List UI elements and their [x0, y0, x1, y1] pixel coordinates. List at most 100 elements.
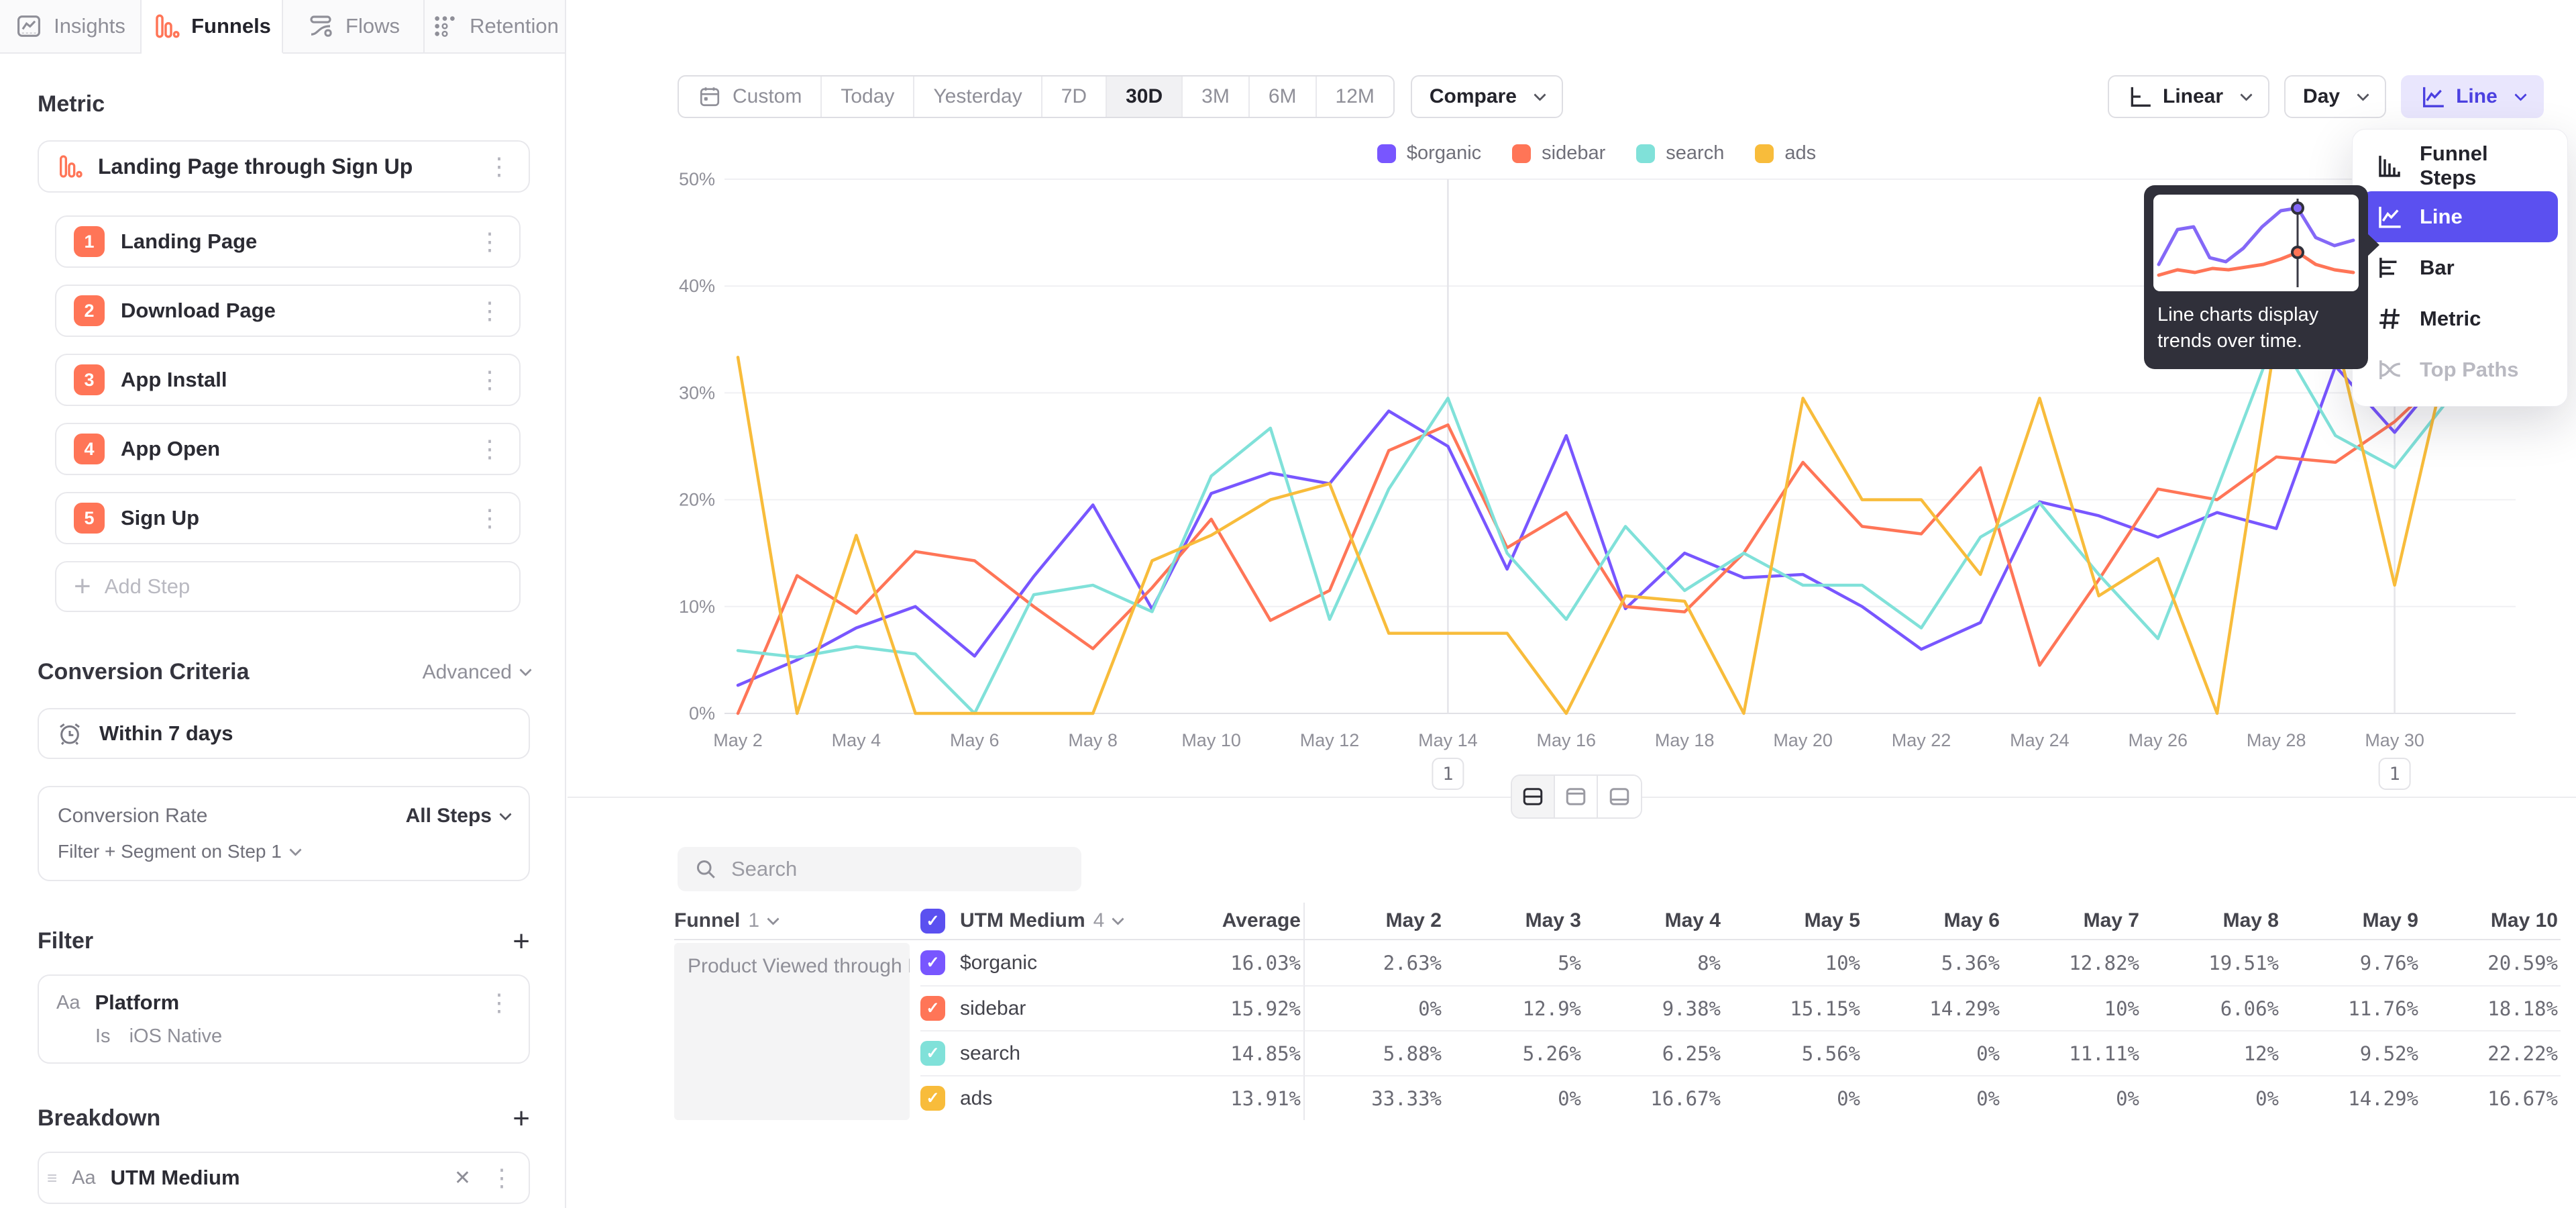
line-chart-icon	[2420, 83, 2447, 110]
menu-item-metric[interactable]: Metric	[2362, 293, 2558, 344]
chevron-down-icon	[767, 913, 779, 925]
row-checkbox[interactable]: ✓	[920, 1086, 945, 1111]
line-chart-tooltip: Line charts display trends over time.	[2144, 185, 2368, 369]
range-30d[interactable]: 30D	[1107, 77, 1183, 117]
step-card-4[interactable]: 4 App Open ⋮	[55, 423, 521, 475]
conversion-criteria-title: Conversion Criteria	[38, 659, 250, 685]
funnel-name-cell[interactable]: Product Viewed through P...	[674, 943, 910, 1120]
step-kebab-icon[interactable]: ⋮	[478, 230, 502, 254]
column-header-may-5[interactable]: May 5	[1723, 903, 1863, 940]
column-header-may-7[interactable]: May 7	[2002, 903, 2142, 940]
row-label-search[interactable]: ✓search	[920, 1030, 1192, 1075]
tab-retention[interactable]: Retention	[425, 0, 566, 54]
step-kebab-icon[interactable]: ⋮	[478, 437, 502, 461]
tab-flows[interactable]: Flows	[283, 0, 425, 54]
step-label: App Install	[121, 368, 462, 392]
menu-item-funnel-steps[interactable]: Funnel Steps	[2362, 140, 2558, 191]
svg-text:May 30: May 30	[2365, 730, 2424, 750]
conversion-window-card[interactable]: Within 7 days	[38, 708, 530, 759]
annotation-marker[interactable]: 1	[2379, 758, 2410, 789]
column-header-may-6[interactable]: May 6	[1863, 903, 2002, 940]
step-card-5[interactable]: 5 Sign Up ⋮	[55, 492, 521, 544]
breakdown-card-utm-medium[interactable]: ≡ Aa UTM Medium ✕ ⋮	[38, 1152, 530, 1204]
add-breakdown-button[interactable]: +	[513, 1107, 530, 1130]
all-steps-dropdown[interactable]: All Steps	[406, 805, 510, 827]
range-6m[interactable]: 6M	[1250, 77, 1317, 117]
compare-button[interactable]: Compare	[1411, 75, 1563, 118]
step-kebab-icon[interactable]: ⋮	[478, 368, 502, 392]
table-search-input[interactable]: Search	[678, 847, 1081, 891]
column-header-may-4[interactable]: May 4	[1584, 903, 1723, 940]
step-number-badge: 3	[74, 364, 105, 395]
column-header-may-2[interactable]: May 2	[1305, 903, 1444, 940]
filter-segment-dropdown[interactable]: Filter + Segment on Step 1	[58, 841, 510, 862]
row-checkbox[interactable]: ✓	[920, 950, 945, 975]
menu-item-line[interactable]: Line	[2362, 191, 2558, 242]
filter-operator[interactable]: Is	[95, 1025, 111, 1048]
row-label-organic[interactable]: ✓$organic	[920, 940, 1192, 985]
flows-icon	[307, 12, 335, 40]
string-type-icon: Aa	[72, 1167, 95, 1189]
funnel-column-header[interactable]: Funnel1	[674, 903, 920, 940]
row-checkbox[interactable]: ✓	[920, 996, 945, 1021]
range-yesterday[interactable]: Yesterday	[914, 77, 1042, 117]
advanced-dropdown[interactable]: Advanced	[423, 661, 530, 684]
column-header-may-3[interactable]: May 3	[1444, 903, 1584, 940]
tab-flows-label: Flows	[345, 14, 400, 38]
add-step-button[interactable]: + Add Step	[55, 561, 521, 612]
remove-breakdown-icon[interactable]: ✕	[454, 1166, 471, 1190]
row-label-ads[interactable]: ✓ads	[920, 1075, 1192, 1120]
column-header-may-10[interactable]: May 10	[2421, 903, 2561, 940]
filter-value[interactable]: iOS Native	[129, 1025, 223, 1048]
value-cell: 33.33%	[1305, 1075, 1444, 1120]
range-7d[interactable]: 7D	[1042, 77, 1107, 117]
filter-card-platform[interactable]: Aa Platform ⋮ Is iOS Native	[38, 974, 530, 1064]
value-cell: 11.76%	[2282, 985, 2421, 1030]
step-kebab-icon[interactable]: ⋮	[478, 506, 502, 530]
value-cell: 16.67%	[2421, 1075, 2561, 1120]
layout-toggle-group	[1511, 774, 1642, 819]
metric-card[interactable]: Landing Page through Sign Up ⋮	[38, 140, 530, 193]
scale-dropdown[interactable]: Linear	[2108, 75, 2269, 118]
row-checkbox[interactable]: ✓	[920, 909, 945, 934]
annotation-marker[interactable]: 1	[1432, 758, 1463, 789]
value-cell: 14.85%	[1192, 1030, 1305, 1075]
column-header-average[interactable]: Average	[1192, 903, 1305, 940]
date-range-segmented-control: CustomTodayYesterday7D30D3M6M12M	[678, 75, 1395, 118]
layout-chart-only-toggle[interactable]	[1555, 776, 1598, 817]
svg-text:May 2: May 2	[713, 730, 763, 750]
granularity-dropdown[interactable]: Day	[2284, 75, 2386, 118]
row-checkbox[interactable]: ✓	[920, 1041, 945, 1066]
breakdown-column-header[interactable]: ✓UTM Medium4	[920, 903, 1192, 940]
filter-kebab-icon[interactable]: ⋮	[487, 991, 511, 1015]
add-filter-button[interactable]: +	[513, 929, 530, 953]
chart-type-dropdown[interactable]: Line	[2401, 75, 2544, 118]
breakdown-kebab-icon[interactable]: ⋮	[490, 1166, 514, 1190]
add-step-label: Add Step	[105, 574, 191, 599]
conversion-rate-card: Conversion Rate All Steps Filter + Segme…	[38, 786, 530, 881]
column-header-may-9[interactable]: May 9	[2282, 903, 2421, 940]
column-header-may-8[interactable]: May 8	[2142, 903, 2282, 940]
svg-text:May 14: May 14	[1418, 730, 1478, 750]
step-kebab-icon[interactable]: ⋮	[478, 299, 502, 323]
range-today[interactable]: Today	[822, 77, 914, 117]
menu-item-bar[interactable]: Bar	[2362, 242, 2558, 293]
layout-split-toggle[interactable]	[1512, 776, 1555, 817]
drag-handle-icon[interactable]: ≡	[47, 1168, 57, 1189]
step-card-3[interactable]: 3 App Install ⋮	[55, 354, 521, 406]
line-chart-icon	[2375, 203, 2404, 231]
layout-table-only-toggle[interactable]	[1598, 776, 1641, 817]
row-label-sidebar[interactable]: ✓sidebar	[920, 985, 1192, 1030]
range-12m[interactable]: 12M	[1317, 77, 1393, 117]
step-card-1[interactable]: 1 Landing Page ⋮	[55, 215, 521, 268]
range-custom[interactable]: Custom	[679, 77, 822, 117]
report-tabbar: Insights Funnels Flows Retention	[0, 0, 566, 54]
metric-kebab-icon[interactable]: ⋮	[487, 154, 511, 179]
tab-insights-label: Insights	[54, 14, 125, 38]
tab-funnels[interactable]: Funnels	[142, 0, 283, 54]
menu-item-label: Bar	[2420, 256, 2455, 280]
range-3m[interactable]: 3M	[1183, 77, 1250, 117]
tab-insights[interactable]: Insights	[0, 0, 142, 54]
step-card-2[interactable]: 2 Download Page ⋮	[55, 285, 521, 337]
svg-text:30%: 30%	[679, 383, 715, 403]
